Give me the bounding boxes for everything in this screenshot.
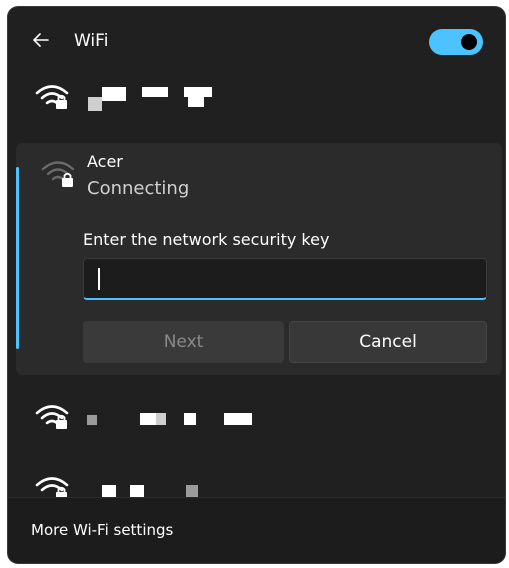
- page-title: WiFi: [74, 31, 109, 51]
- redacted-block: [140, 413, 156, 425]
- next-button[interactable]: Next: [83, 321, 284, 363]
- toggle-knob: [461, 34, 477, 50]
- network-card-acer: Acer Connecting Enter the network securi…: [16, 143, 502, 375]
- redacted-block: [102, 485, 116, 497]
- cancel-button[interactable]: Cancel: [289, 321, 487, 363]
- network-status: Connecting: [87, 178, 190, 199]
- redacted-block: [102, 87, 126, 101]
- redacted-block: [142, 87, 168, 97]
- wifi-locked-icon: [35, 477, 69, 497]
- arrow-left-icon[interactable]: [30, 29, 52, 51]
- redacted-block: [224, 413, 252, 425]
- network-name: Acer: [87, 152, 123, 171]
- redacted-block: [186, 485, 198, 497]
- redacted-block: [184, 87, 212, 97]
- redacted-block: [87, 415, 97, 425]
- security-key-label: Enter the network security key: [83, 230, 330, 249]
- redacted-block: [188, 97, 204, 107]
- wifi-locked-icon: [35, 85, 69, 109]
- redacted-block: [156, 413, 166, 425]
- more-wifi-settings-link[interactable]: More Wi-Fi settings: [31, 521, 173, 539]
- security-key-input[interactable]: [83, 258, 487, 300]
- footer: More Wi-Fi settings: [8, 497, 505, 563]
- redacted-block: [88, 97, 102, 111]
- redacted-block: [184, 413, 196, 425]
- wifi-toggle[interactable]: [429, 29, 483, 55]
- network-list-item[interactable]: [8, 71, 505, 121]
- network-list-item[interactable]: [8, 465, 505, 497]
- wifi-locked-icon: [41, 161, 75, 187]
- wifi-flyout: WiFi Acer Connecting Enter the network s…: [8, 7, 505, 563]
- network-list-item[interactable]: [8, 391, 505, 441]
- redacted-block: [130, 485, 144, 497]
- wifi-header: WiFi: [8, 7, 505, 71]
- selection-accent-bar: [16, 167, 19, 349]
- text-caret: [98, 268, 100, 290]
- wifi-locked-icon: [35, 405, 69, 429]
